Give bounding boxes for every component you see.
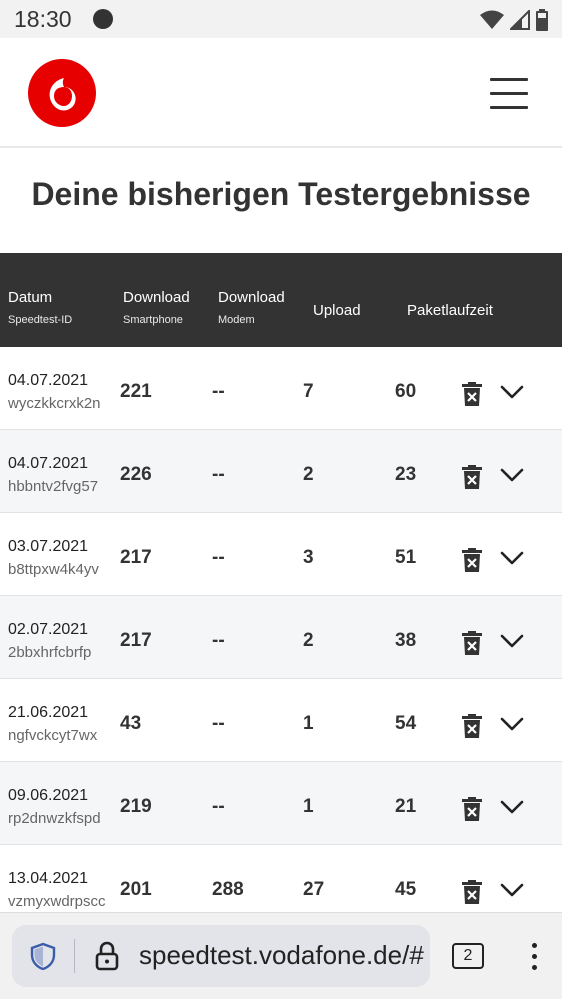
header-dl-modem-label: Download [218, 289, 285, 306]
cell-download-smartphone: 43 [120, 713, 142, 734]
header-download-smartphone: Download Smartphone [123, 289, 190, 326]
header-id-label: Speedtest-ID [8, 314, 73, 326]
cell-download-modem: -- [212, 630, 225, 651]
cell-download-smartphone: 217 [120, 630, 152, 651]
url-text[interactable]: speedtest.vodafone.de/# [139, 940, 429, 971]
cell-speedtest-id: 2bbxhrfcbrfp [8, 644, 92, 661]
cell-download-smartphone: 226 [120, 464, 152, 485]
signal-icon [510, 10, 530, 30]
browser-toolbar: speedtest.vodafone.de/# 2 [0, 912, 562, 999]
battery-icon [536, 9, 548, 31]
trash-icon[interactable] [462, 465, 482, 489]
more-vertical-icon[interactable] [526, 941, 542, 973]
wifi-icon [480, 10, 504, 29]
header-download-modem: Download Modem [218, 289, 285, 326]
cell-upload: 2 [303, 464, 314, 485]
cell-latency: 60 [395, 381, 417, 402]
cell-date: 03.07.2021 [8, 538, 89, 555]
cell-date: 02.07.2021 [8, 621, 89, 638]
cell-download-modem: -- [212, 713, 225, 734]
header-upload-label: Upload [313, 302, 361, 319]
cell-speedtest-id: hbbntv2fvg57 [8, 478, 99, 495]
shield-icon[interactable] [30, 942, 56, 970]
cell-upload: 2 [303, 630, 314, 651]
chevron-down-icon[interactable] [500, 633, 524, 649]
notification-icon [93, 9, 113, 29]
chevron-down-icon[interactable] [500, 384, 524, 400]
cell-upload: 3 [303, 547, 314, 568]
site-header [0, 38, 562, 148]
trash-icon[interactable] [462, 880, 482, 904]
table-row[interactable]: 21.06.2021 ngfvckcyt7wx 43 -- 1 54 [0, 679, 562, 762]
header-dl-phone-label: Download [123, 289, 190, 306]
cell-upload: 7 [303, 381, 314, 402]
cell-download-smartphone: 217 [120, 547, 152, 568]
table-row[interactable]: 04.07.2021 hbbntv2fvg57 226 -- 2 23 [0, 430, 562, 513]
cell-date: 04.07.2021 [8, 455, 89, 472]
chevron-down-icon[interactable] [500, 716, 524, 732]
status-icons [480, 9, 548, 31]
header-upload: Upload [313, 302, 361, 319]
header-latency: Paketlaufzeit [407, 302, 493, 319]
page-title: Deine bisherigen Testergebnisse [31, 176, 531, 212]
address-divider [74, 939, 75, 973]
chevron-down-icon[interactable] [500, 550, 524, 566]
cell-latency: 38 [395, 630, 417, 651]
vodafone-logo[interactable] [28, 59, 96, 127]
status-time: 18:30 [14, 6, 72, 32]
cell-upload: 1 [303, 713, 314, 734]
table-header: Datum Speedtest-ID Download Smartphone D… [0, 253, 562, 347]
cell-latency: 51 [395, 547, 417, 568]
cell-latency: 23 [395, 464, 417, 485]
cell-date: 13.04.2021 [8, 870, 89, 887]
table-row[interactable]: 03.07.2021 b8ttpxw4k4yv 217 -- 3 51 [0, 513, 562, 596]
cell-speedtest-id: ngfvckcyt7wx [8, 727, 98, 744]
header-dl-modem-sub: Modem [218, 314, 255, 326]
cell-upload: 1 [303, 796, 314, 817]
chevron-down-icon[interactable] [500, 799, 524, 815]
cell-download-modem: 288 [212, 879, 244, 900]
cell-date: 04.07.2021 [8, 372, 89, 389]
cell-latency: 45 [395, 879, 417, 900]
status-bar: 18:30 [0, 0, 562, 38]
cell-date: 09.06.2021 [8, 787, 89, 804]
cell-latency: 21 [395, 796, 417, 817]
cell-speedtest-id: vzmyxwdrpscc [8, 893, 106, 910]
cell-latency: 54 [395, 713, 417, 734]
cell-upload: 27 [303, 879, 325, 900]
hamburger-menu-icon[interactable] [490, 78, 530, 110]
tab-counter-button[interactable]: 2 [452, 943, 484, 969]
cell-date: 21.06.2021 [8, 704, 89, 721]
chevron-down-icon[interactable] [500, 882, 524, 898]
chevron-down-icon[interactable] [500, 467, 524, 483]
header-date-label: Datum [8, 289, 53, 306]
lock-icon[interactable] [94, 941, 120, 971]
table-row[interactable]: 02.07.2021 2bbxhrfcbrfp 217 -- 2 38 [0, 596, 562, 679]
cell-speedtest-id: wyczkkcrxk2n [8, 395, 101, 412]
cell-download-smartphone: 201 [120, 879, 152, 900]
table-row[interactable]: 04.07.2021 wyczkkcrxk2n 221 -- 7 60 [0, 347, 562, 430]
address-bar[interactable]: speedtest.vodafone.de/# [12, 925, 430, 987]
trash-icon[interactable] [462, 382, 482, 406]
cell-download-modem: -- [212, 464, 225, 485]
cell-download-smartphone: 221 [120, 381, 152, 402]
cell-download-smartphone: 219 [120, 796, 152, 817]
trash-icon[interactable] [462, 797, 482, 821]
cell-speedtest-id: rp2dnwzkfspd [8, 810, 101, 827]
header-date: Datum Speedtest-ID [8, 289, 72, 326]
cell-download-modem: -- [212, 547, 225, 568]
trash-icon[interactable] [462, 714, 482, 738]
header-latency-label: Paketlaufzeit [407, 302, 493, 319]
trash-icon[interactable] [462, 548, 482, 572]
cell-speedtest-id: b8ttpxw4k4yv [8, 561, 99, 578]
cell-download-modem: -- [212, 381, 225, 402]
header-dl-phone-sub: Smartphone [123, 314, 183, 326]
cell-download-modem: -- [212, 796, 225, 817]
trash-icon[interactable] [462, 631, 482, 655]
table-row[interactable]: 09.06.2021 rp2dnwzkfspd 219 -- 1 21 [0, 762, 562, 845]
